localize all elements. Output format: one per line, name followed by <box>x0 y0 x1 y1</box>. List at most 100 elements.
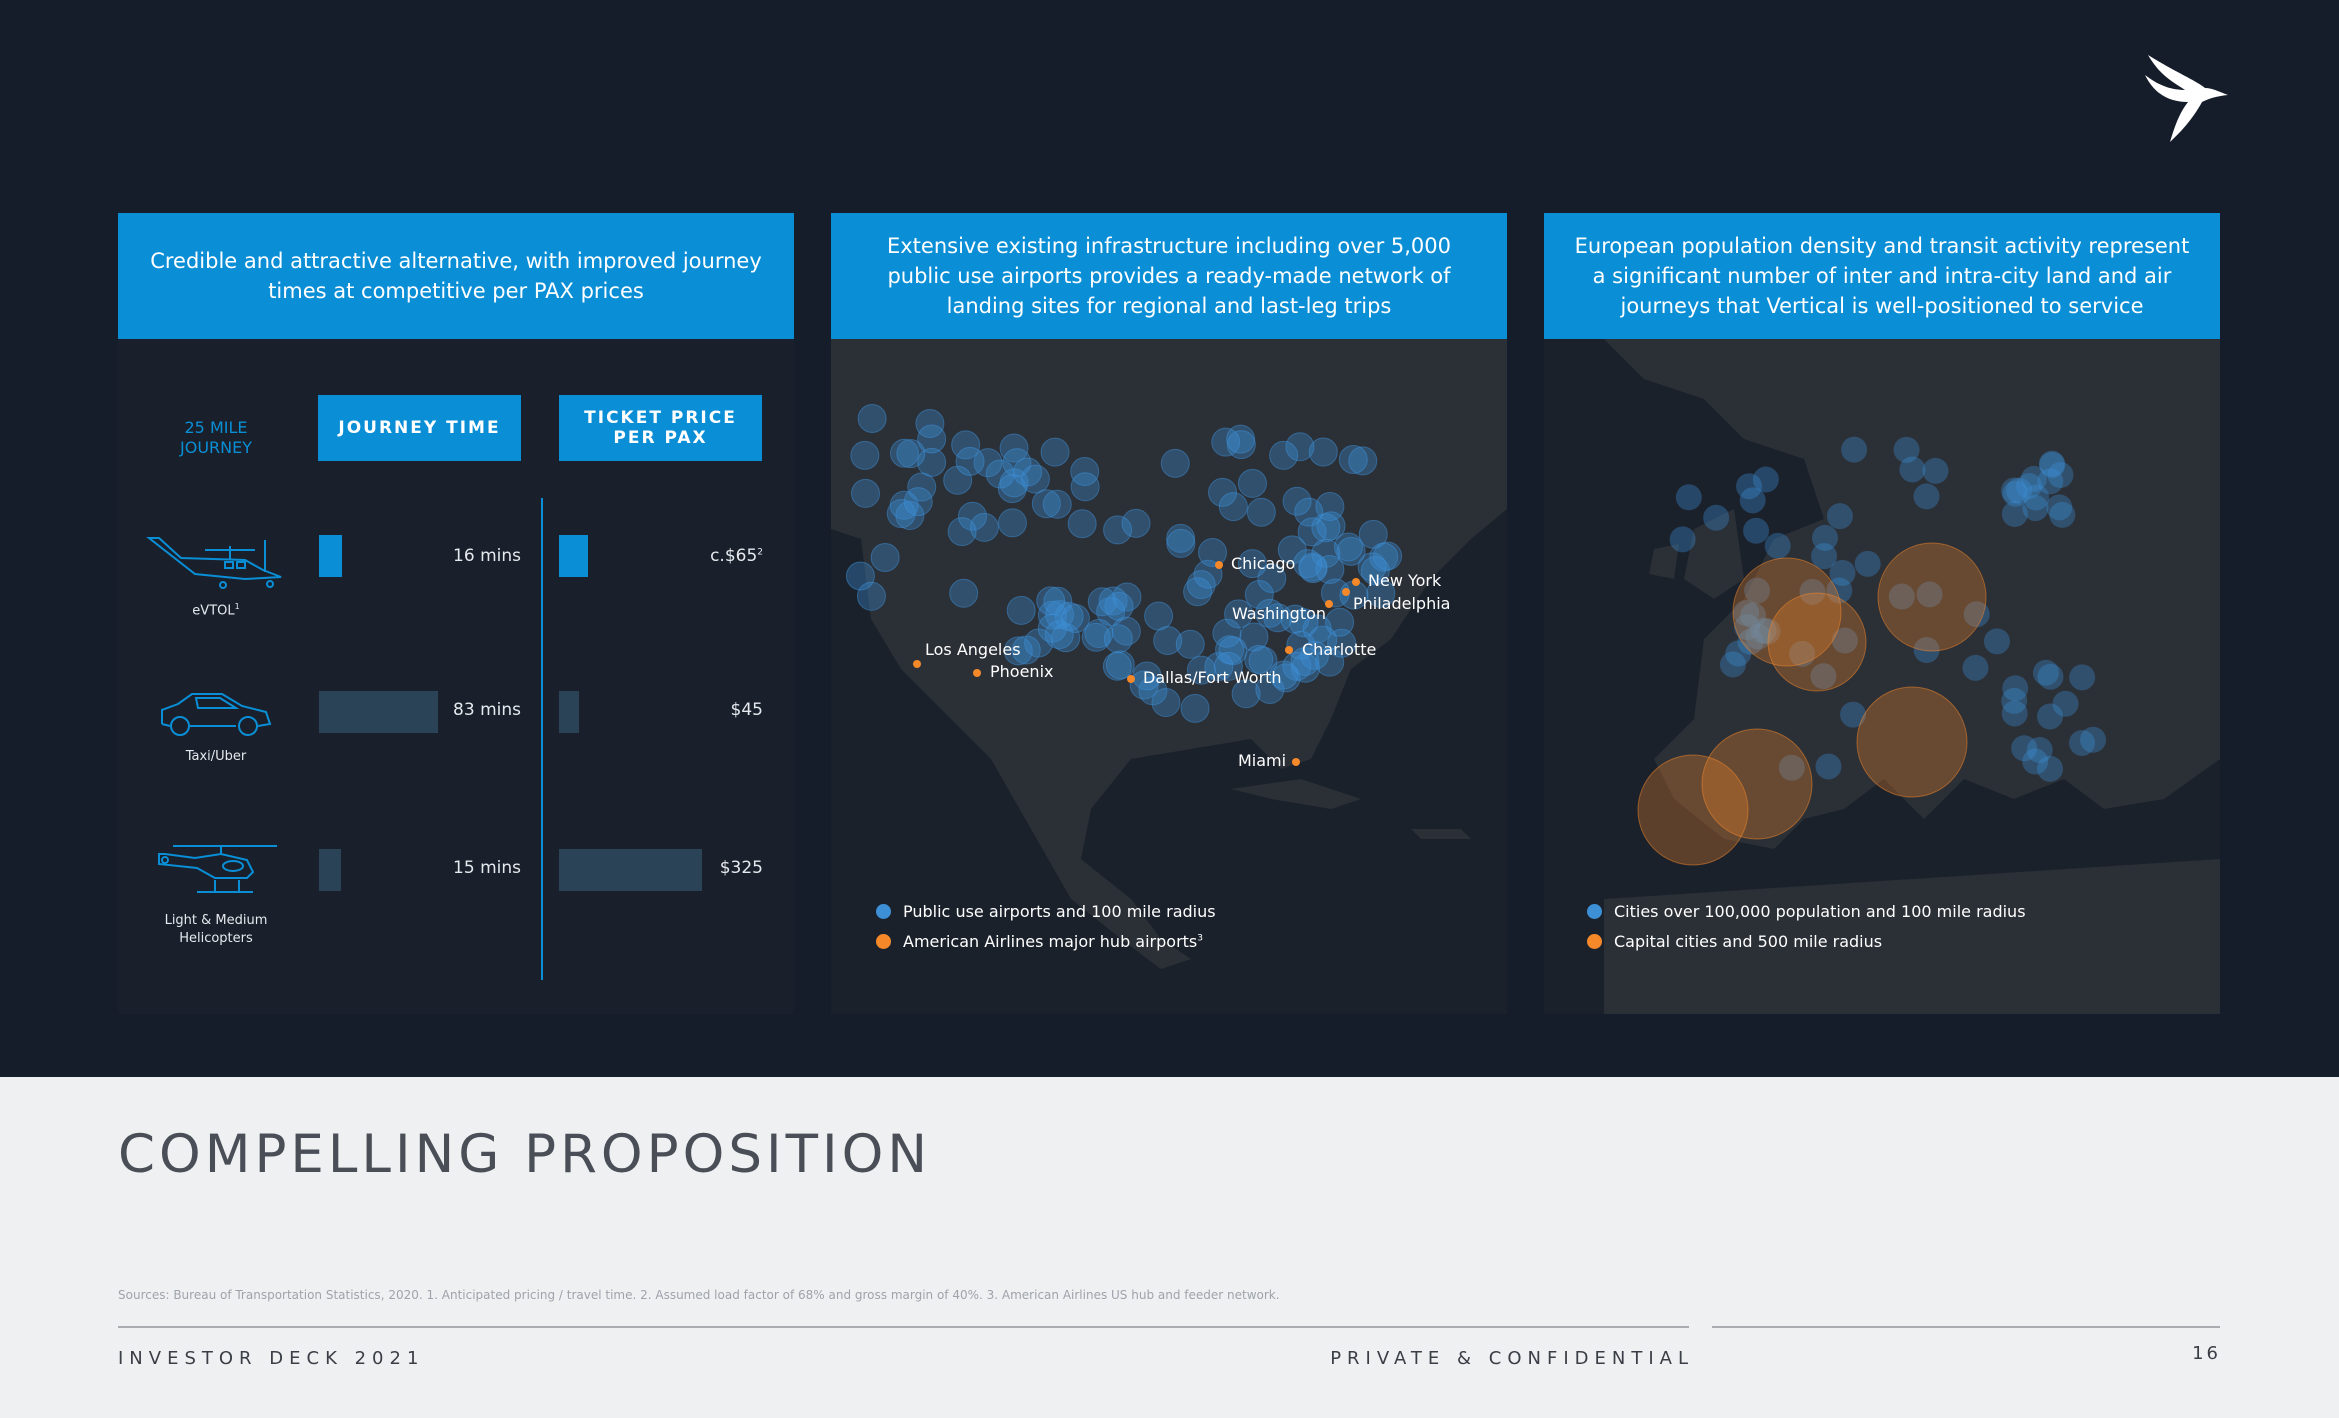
airport-radius-marker <box>1160 448 1190 478</box>
airport-radius-marker <box>973 448 1003 478</box>
airport-radius-marker <box>1338 444 1368 474</box>
airport-radius-marker <box>1186 570 1216 600</box>
europe-map-panel: European population density and transit … <box>1544 213 2220 1014</box>
ticket-price-header: TICKET PRICE PER PAX <box>559 395 762 461</box>
legend-swatch <box>1587 934 1602 949</box>
city-radius-marker <box>2069 729 2096 756</box>
city-radius-marker <box>1743 517 1770 544</box>
city-radius-marker <box>2046 494 2073 521</box>
divider <box>541 498 543 980</box>
airport-radius-marker <box>1084 618 1114 648</box>
hub-marker <box>1285 646 1293 654</box>
mode-label-taxi: Taxi/Uber <box>185 749 247 764</box>
journey-time-value: 83 mins <box>453 700 521 720</box>
journey-time-header: JOURNEY TIME <box>318 395 521 461</box>
airport-radius-marker <box>1070 472 1100 502</box>
airport-radius-marker <box>1226 424 1256 454</box>
city-radius-marker <box>2069 664 2096 691</box>
city-label: Phoenix <box>990 662 1054 681</box>
capital-radius-marker <box>1856 686 1968 798</box>
city-radius-marker <box>1826 503 1853 530</box>
city-radius-marker <box>1703 504 1730 531</box>
panel-heading: European population density and transit … <box>1544 213 2220 339</box>
city-radius-marker <box>2037 755 2064 782</box>
airport-radius-marker <box>1298 552 1328 582</box>
airport-radius-marker <box>969 512 999 542</box>
hub-marker <box>1292 758 1300 766</box>
hub-marker <box>1352 578 1360 586</box>
airport-radius-marker <box>1024 628 1054 658</box>
hub-marker <box>1127 675 1135 683</box>
airport-radius-marker <box>850 478 880 508</box>
airport-radius-marker <box>1067 509 1097 539</box>
city-radius-marker <box>1893 436 1920 463</box>
city-radius-marker <box>1854 550 1881 577</box>
legend-item: Cities over 100,000 population and 100 m… <box>1587 902 2026 921</box>
airport-radius-marker <box>943 465 973 495</box>
city-label: Miami <box>1238 751 1287 770</box>
mode-label-evtol: eVTOL1 <box>192 602 240 619</box>
city-label: New York <box>1368 571 1442 590</box>
hub-marker <box>1215 561 1223 569</box>
airport-radius-marker <box>999 468 1029 498</box>
city-radius-marker <box>1962 654 1989 681</box>
row-header-label: 25 MILE JOURNEY <box>180 418 252 457</box>
capital-radius-marker <box>1767 592 1867 692</box>
city-radius-marker <box>1669 526 1696 553</box>
city-radius-marker <box>1675 484 1702 511</box>
city-radius-marker <box>1913 483 1940 510</box>
journey-time-bar <box>319 535 342 577</box>
hub-marker <box>1325 600 1333 608</box>
journey-time-value: 16 mins <box>453 546 521 566</box>
divider <box>1712 1326 2220 1328</box>
city-radius-marker <box>2052 690 2079 717</box>
airport-radius-marker <box>1297 517 1327 547</box>
airport-radius-marker <box>1208 477 1238 507</box>
capital-radius-marker <box>1877 542 1987 652</box>
ticket-price-bar <box>559 691 579 733</box>
city-radius-marker <box>2047 462 2074 489</box>
airport-radius-marker <box>1333 532 1363 562</box>
airport-radius-marker <box>1151 688 1181 718</box>
journey-time-bar <box>319 849 341 891</box>
panel-heading: Extensive existing infrastructure includ… <box>831 213 1507 339</box>
airport-radius-marker <box>1103 515 1133 545</box>
city-label: Washington <box>1232 604 1327 623</box>
journey-time-value: 15 mins <box>453 858 521 878</box>
mode-label-helicopter: Light & Medium Helicopters <box>164 913 268 946</box>
hub-marker <box>913 660 921 668</box>
page-number: 16 <box>2192 1343 2221 1364</box>
hub-marker <box>973 669 981 677</box>
ticket-price-bar <box>559 535 588 577</box>
city-radius-marker <box>1764 532 1791 559</box>
city-radius-marker <box>1815 753 1842 780</box>
city-radius-marker <box>1739 487 1766 514</box>
capital-radius-marker <box>1637 754 1749 866</box>
footer-deck-label: INVESTOR DECK 2021 <box>118 1348 425 1369</box>
airport-radius-marker <box>1031 489 1061 519</box>
ticket-price-value: $325 <box>719 858 763 878</box>
bird-logo-icon <box>2145 55 2228 142</box>
city-radius-marker <box>2011 735 2038 762</box>
city-radius-marker <box>2016 473 2043 500</box>
legend-item: Capital cities and 500 mile radius <box>1587 932 1882 951</box>
airport-radius-marker <box>889 438 919 468</box>
city-label: Charlotte <box>1302 640 1377 659</box>
car-icon <box>161 693 272 736</box>
airport-radius-marker <box>1098 586 1128 616</box>
airport-radius-marker <box>1166 528 1196 558</box>
legend-item: American Airlines major hub airports3 <box>876 932 1203 951</box>
hub-marker <box>1342 588 1350 596</box>
helicopter-icon <box>158 845 277 893</box>
city-radius-marker <box>1841 436 1868 463</box>
city-radius-marker <box>1719 651 1746 678</box>
airport-radius-marker <box>917 447 947 477</box>
divider <box>118 1326 1689 1328</box>
legend-swatch <box>876 904 891 919</box>
city-radius-marker <box>1922 457 1949 484</box>
evtol-aircraft-icon <box>146 537 282 589</box>
city-label: Chicago <box>1231 554 1296 573</box>
city-label: Los Angeles <box>925 640 1021 659</box>
page-title: COMPELLING PROPOSITION <box>118 1124 931 1185</box>
airport-radius-marker <box>1246 497 1276 527</box>
